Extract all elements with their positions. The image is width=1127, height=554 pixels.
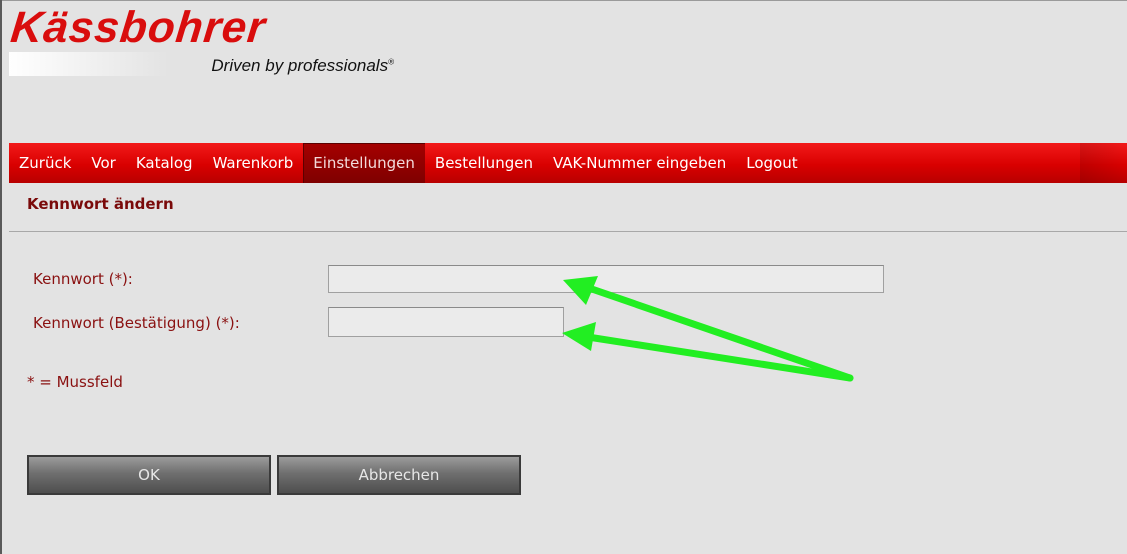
logo-wordmark: Kässbohrer xyxy=(8,3,269,52)
title-divider xyxy=(9,231,1127,232)
nav-back[interactable]: Zurück xyxy=(9,143,81,183)
cancel-button[interactable]: Abbrechen xyxy=(277,455,521,495)
nav-settings[interactable]: Einstellungen xyxy=(303,143,425,183)
password-label: Kennwort (*): xyxy=(33,270,133,288)
nav-catalog[interactable]: Katalog xyxy=(126,143,203,183)
window-left-border xyxy=(0,0,2,554)
trademark-symbol: ® xyxy=(388,57,394,67)
mandatory-field-note: * = Mussfeld xyxy=(27,373,123,391)
logo-tagline: Driven by professionals® xyxy=(211,56,394,75)
ok-button[interactable]: OK xyxy=(27,455,271,495)
navbar-shadow xyxy=(1080,143,1127,183)
password-confirm-label: Kennwort (Bestätigung) (*): xyxy=(33,314,240,332)
nav-forward[interactable]: Vor xyxy=(81,143,125,183)
nav-vak-number[interactable]: VAK-Nummer eingeben xyxy=(543,143,736,183)
nav-cart[interactable]: Warenkorb xyxy=(203,143,304,183)
nav-logout[interactable]: Logout xyxy=(736,143,807,183)
password-input[interactable] xyxy=(328,265,884,293)
password-confirm-input[interactable] xyxy=(328,307,564,337)
brand-logo: Kässbohrer Driven by professionals® xyxy=(8,0,409,90)
main-navigation: Zurück Vor Katalog Warenkorb Einstellung… xyxy=(9,143,1127,183)
arrow-to-confirm-field xyxy=(562,322,854,382)
nav-orders[interactable]: Bestellungen xyxy=(425,143,543,183)
page-title: Kennwort ändern xyxy=(27,195,174,213)
